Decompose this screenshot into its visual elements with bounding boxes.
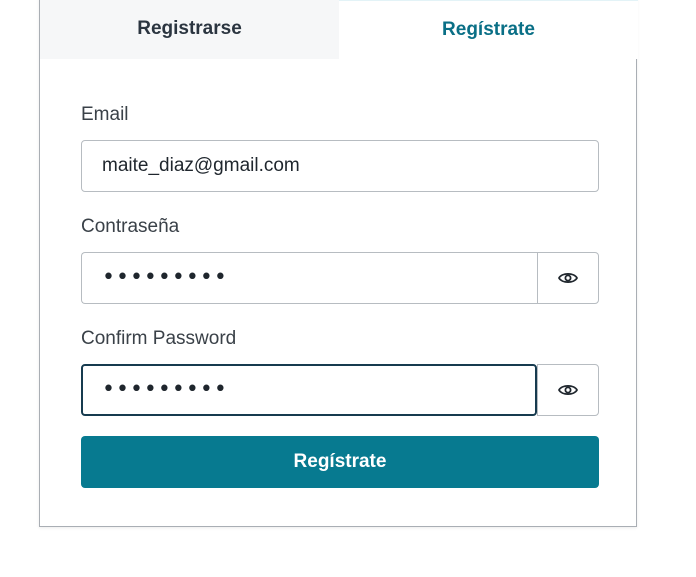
confirm-password-label: Confirm Password (81, 328, 237, 349)
password-field[interactable]: ••••••••• (81, 252, 537, 304)
email-field[interactable] (82, 141, 598, 191)
register-card: Registrarse Regístrate Email Contraseña … (39, 0, 638, 527)
email-label: Email (81, 104, 129, 125)
tab-registrate[interactable]: Regístrate (339, 0, 638, 59)
show-confirm-password-button[interactable] (537, 364, 599, 416)
tab-registrarse[interactable]: Registrarse (40, 0, 339, 59)
password-group: ••••••••• (81, 252, 599, 304)
tab-bar: Registrarse Regístrate (40, 0, 638, 59)
show-password-button[interactable] (537, 252, 599, 304)
confirm-password-group: ••••••••• (81, 364, 599, 416)
email-field-wrapper (81, 140, 599, 192)
confirm-password-field[interactable]: ••••••••• (81, 364, 537, 416)
password-masked-value: ••••••••• (102, 265, 228, 290)
confirm-password-masked-value: ••••••••• (102, 377, 228, 402)
eye-icon (558, 384, 578, 396)
register-button[interactable]: Regístrate (81, 436, 599, 488)
eye-icon (558, 272, 578, 284)
password-label: Contraseña (81, 216, 180, 237)
